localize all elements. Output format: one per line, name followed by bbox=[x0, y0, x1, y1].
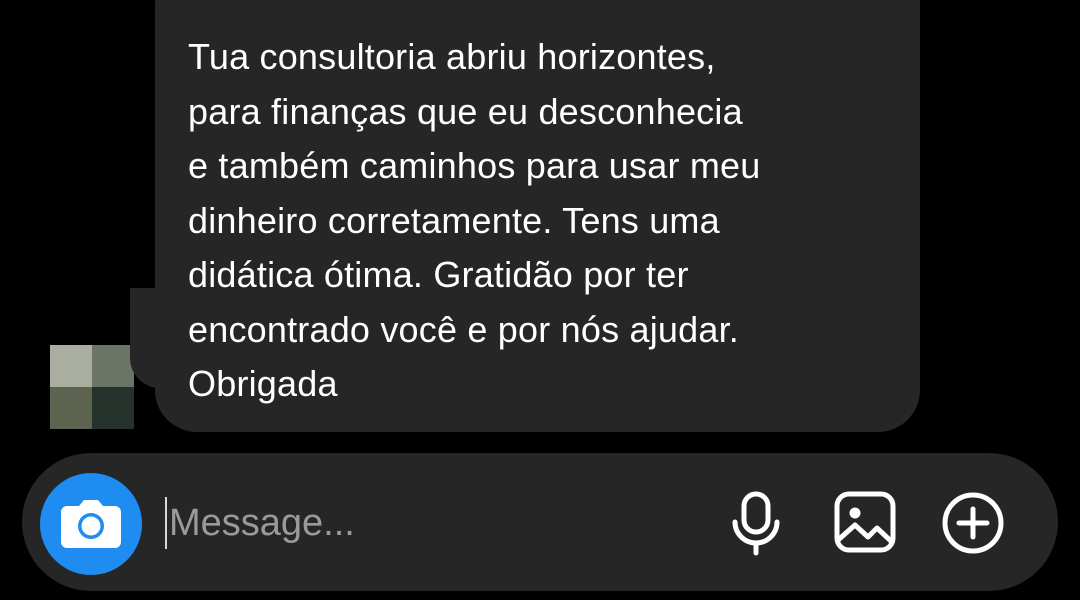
received-message-bubble[interactable]: Tua consultoria abriu horizontes, para f… bbox=[155, 0, 920, 432]
voice-message-button[interactable] bbox=[726, 488, 786, 558]
image-gallery-icon bbox=[834, 491, 896, 553]
camera-button[interactable] bbox=[40, 473, 142, 575]
direct-message-screen: Tua consultoria abriu horizontes, para f… bbox=[0, 0, 1080, 600]
text-cursor bbox=[165, 497, 167, 549]
microphone-icon bbox=[732, 491, 780, 556]
received-message-text: Tua consultoria abriu horizontes, para f… bbox=[188, 36, 761, 404]
gallery-button[interactable] bbox=[832, 491, 898, 553]
more-options-button[interactable] bbox=[940, 491, 1006, 555]
sender-avatar[interactable] bbox=[50, 345, 134, 429]
camera-icon bbox=[61, 500, 121, 548]
message-input[interactable] bbox=[169, 497, 689, 549]
plus-circle-icon bbox=[942, 492, 1004, 554]
